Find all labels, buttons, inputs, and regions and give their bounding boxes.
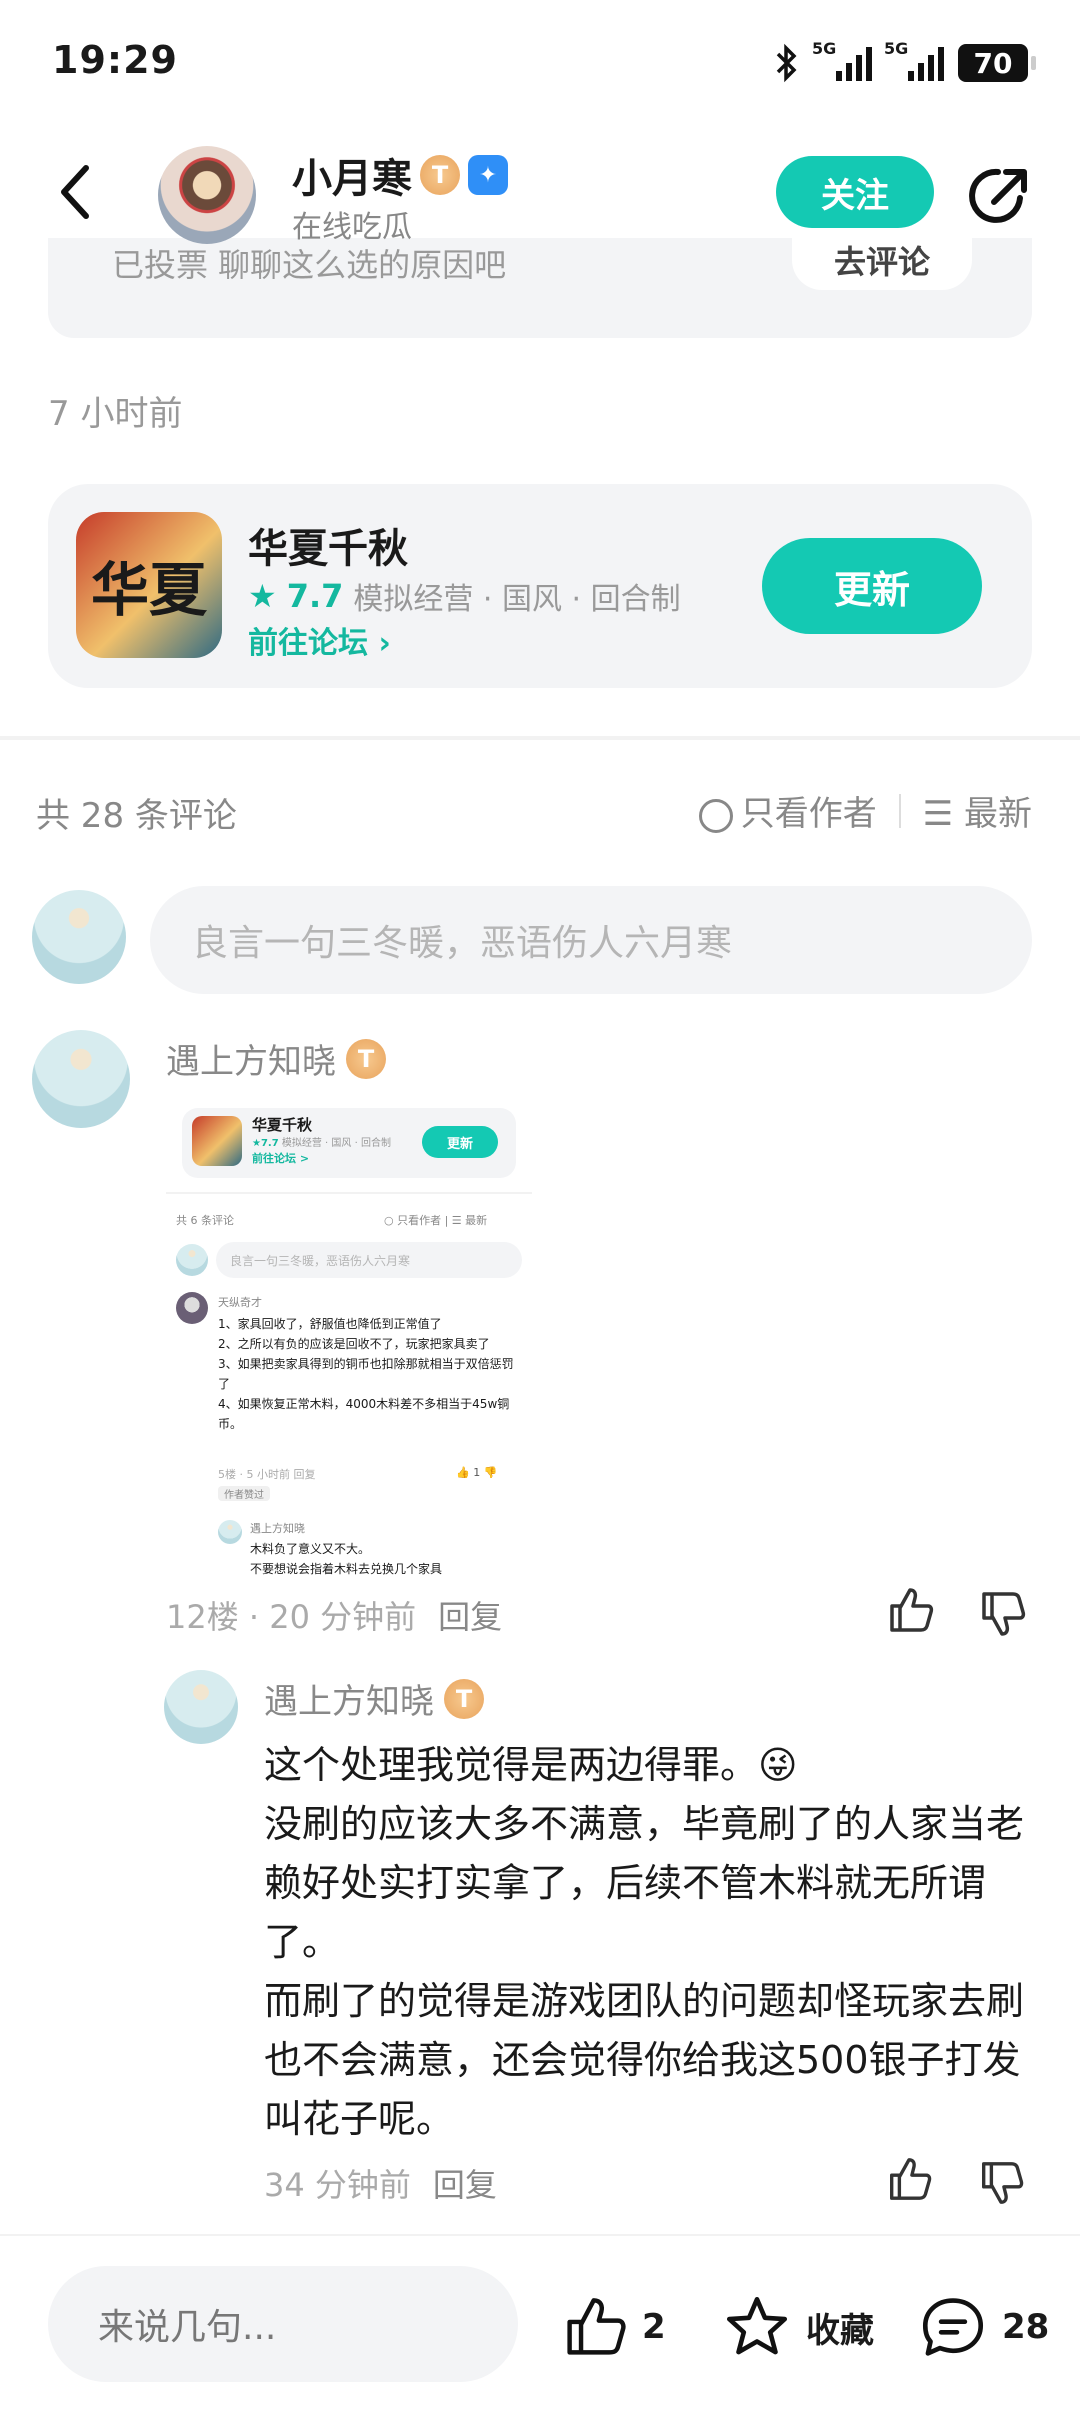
author-avatar[interactable]: [158, 146, 256, 244]
star-icon: ★: [248, 577, 277, 615]
thumb-input: 良言一句三冬暖，恶语伤人六月寒: [216, 1242, 522, 1278]
favorite-button[interactable]: 收藏: [722, 2294, 874, 2360]
share-icon: [969, 168, 1027, 223]
comment-count: 共 28 条评论: [36, 796, 237, 836]
level-badge: T: [346, 1038, 386, 1079]
thumb-update-button: 更新: [422, 1126, 498, 1158]
game-tags: 模拟经营 · 国风 · 回合制: [353, 582, 681, 617]
thumb-avatar: [176, 1244, 208, 1276]
reply-avatar[interactable]: [164, 1670, 238, 1744]
reply-dislike-button[interactable]: [976, 2158, 1026, 2208]
reply-user-name[interactable]: 遇上方知晓: [264, 1674, 434, 1723]
thumb-user-avatar: [176, 1292, 208, 1324]
comment-image[interactable]: 华夏千秋 ★7.7 模拟经营 · 国风 · 回合制 前往论坛 > 更新 共 6 …: [166, 1100, 532, 1578]
sort-button[interactable]: ☰ 最新: [923, 786, 1032, 835]
reply-text: 这个处理我觉得是两边得罪。😜 没刷的应该大多不满意，毕竟刷了的人家当老赖好处实打…: [264, 1743, 1025, 2141]
radio-icon: [698, 798, 733, 833]
my-avatar: [32, 890, 126, 984]
filter-divider: [898, 793, 901, 828]
thumb-user: 天纵奇才: [218, 1296, 262, 1309]
dislike-button[interactable]: [976, 1588, 1028, 1640]
comment-bubble-icon: [922, 2298, 984, 2356]
thumb-meta: 5楼 · 5 小时前 回复: [218, 1468, 316, 1481]
thumb-sub-text: 木料负了意义又不大。: [250, 1542, 371, 1556]
thumb-game-icon: [192, 1116, 242, 1166]
vote-card-text: 已投票 聊聊这么选的原因吧: [112, 246, 507, 284]
thumbs-up-icon: [567, 2298, 626, 2355]
thumbs-up-icon: [890, 2158, 932, 2200]
thumb-rating: ★7.7 模拟经营 · 国风 · 回合制: [252, 1138, 391, 1149]
thumb-forum-link: 前往论坛 >: [252, 1152, 310, 1165]
game-icon[interactable]: 华夏: [76, 512, 222, 658]
chevron-right-icon: ›: [378, 626, 391, 661]
star-outline-icon: [726, 2296, 788, 2355]
comment-input[interactable]: 良言一句三冬暖，恶语伤人六月寒: [150, 886, 1032, 994]
bottom-like-button[interactable]: 2: [562, 2294, 666, 2360]
bottom-comment-input[interactable]: 来说几句...: [48, 2266, 518, 2382]
reply-reply-button[interactable]: 回复: [433, 2160, 497, 2206]
comment-meta: 12楼 · 20 分钟前 回复: [166, 1592, 502, 1638]
reply-like-button[interactable]: [884, 2154, 934, 2204]
back-arrow-icon: [61, 165, 89, 219]
thumbs-up-icon: [890, 1588, 934, 1632]
thumbs-down-icon: [982, 1592, 1026, 1636]
comment-floor-time: 12楼 · 20 分钟前: [166, 1598, 417, 1636]
game-rating-row: ★ 7.7 模拟经营 · 国风 · 回合制: [248, 574, 681, 618]
bluetooth-icon: [776, 43, 797, 83]
comment-filters: 只看作者 ☰ 最新: [698, 786, 1032, 835]
game-score: 7.7: [286, 577, 344, 615]
signal-icon-2: 5G: [884, 39, 944, 81]
thumb-sub-user: 遇上方知晓: [250, 1522, 305, 1535]
post-time: 7 小时前: [48, 394, 183, 434]
like-button[interactable]: [884, 1584, 936, 1636]
thumbs-down-icon: [982, 2162, 1024, 2204]
signal-icon-1: 5G: [812, 39, 872, 81]
reply-meta: 34 分钟前 回复: [264, 2160, 497, 2206]
reply-time: 34 分钟前: [264, 2166, 411, 2204]
level-badge: T: [420, 155, 460, 195]
commenter-name[interactable]: 遇上方知晓: [166, 1034, 336, 1083]
follow-button[interactable]: 关注: [776, 156, 934, 228]
comments-button[interactable]: 28: [918, 2294, 1049, 2360]
author-subtitle: 在线吃瓜: [292, 210, 412, 245]
status-bar: 19:29 5G 5G 70: [0, 0, 1080, 130]
thumb-game-title: 华夏千秋: [252, 1116, 313, 1134]
back-button[interactable]: [54, 160, 94, 224]
status-icons: 5G 5G 70: [774, 38, 1036, 88]
status-time: 19:29: [52, 38, 178, 82]
thumb-author-tag: 作者赞过: [218, 1486, 270, 1501]
gamepad-badge-icon: ✦: [468, 155, 508, 195]
author-only-toggle[interactable]: 只看作者: [698, 786, 877, 835]
forum-link[interactable]: 前往论坛 ›: [248, 618, 391, 662]
thumb-filters: ○ 只看作者 | ☰ 最新: [384, 1214, 488, 1227]
thumb-count: 共 6 条评论: [176, 1214, 234, 1227]
sort-icon: ☰: [922, 794, 954, 834]
battery-icon: 70: [958, 44, 1036, 82]
thumb-sub-text-2: 不要想说会指着木料去兑换几个家具: [250, 1562, 443, 1576]
commenter-row: 遇上方知晓 T: [166, 1034, 386, 1083]
section-divider: [0, 736, 1080, 740]
thumb-lines: 1、家具回收了，舒服值也降低到正常值了 2、之所以有负的应该是回收不了，玩家把家…: [218, 1317, 514, 1431]
reply-button[interactable]: 回复: [438, 1592, 502, 1638]
level-badge: T: [444, 1678, 484, 1719]
thumb-sub-avatar: [218, 1520, 242, 1544]
share-button[interactable]: [968, 162, 1034, 228]
author-name-row: 小月寒 T ✦: [292, 146, 508, 204]
reply-user-row: 遇上方知晓 T: [264, 1674, 484, 1723]
author-name[interactable]: 小月寒: [292, 146, 412, 204]
go-comment-button[interactable]: 去评论: [792, 230, 972, 290]
thumb-like: 👍 1 👎: [456, 1466, 498, 1479]
commenter-avatar[interactable]: [32, 1030, 130, 1128]
game-title: 华夏千秋: [248, 526, 408, 572]
update-button[interactable]: 更新: [762, 538, 982, 634]
vote-card[interactable]: 已投票 聊聊这么选的原因吧 去评论: [48, 230, 1032, 338]
